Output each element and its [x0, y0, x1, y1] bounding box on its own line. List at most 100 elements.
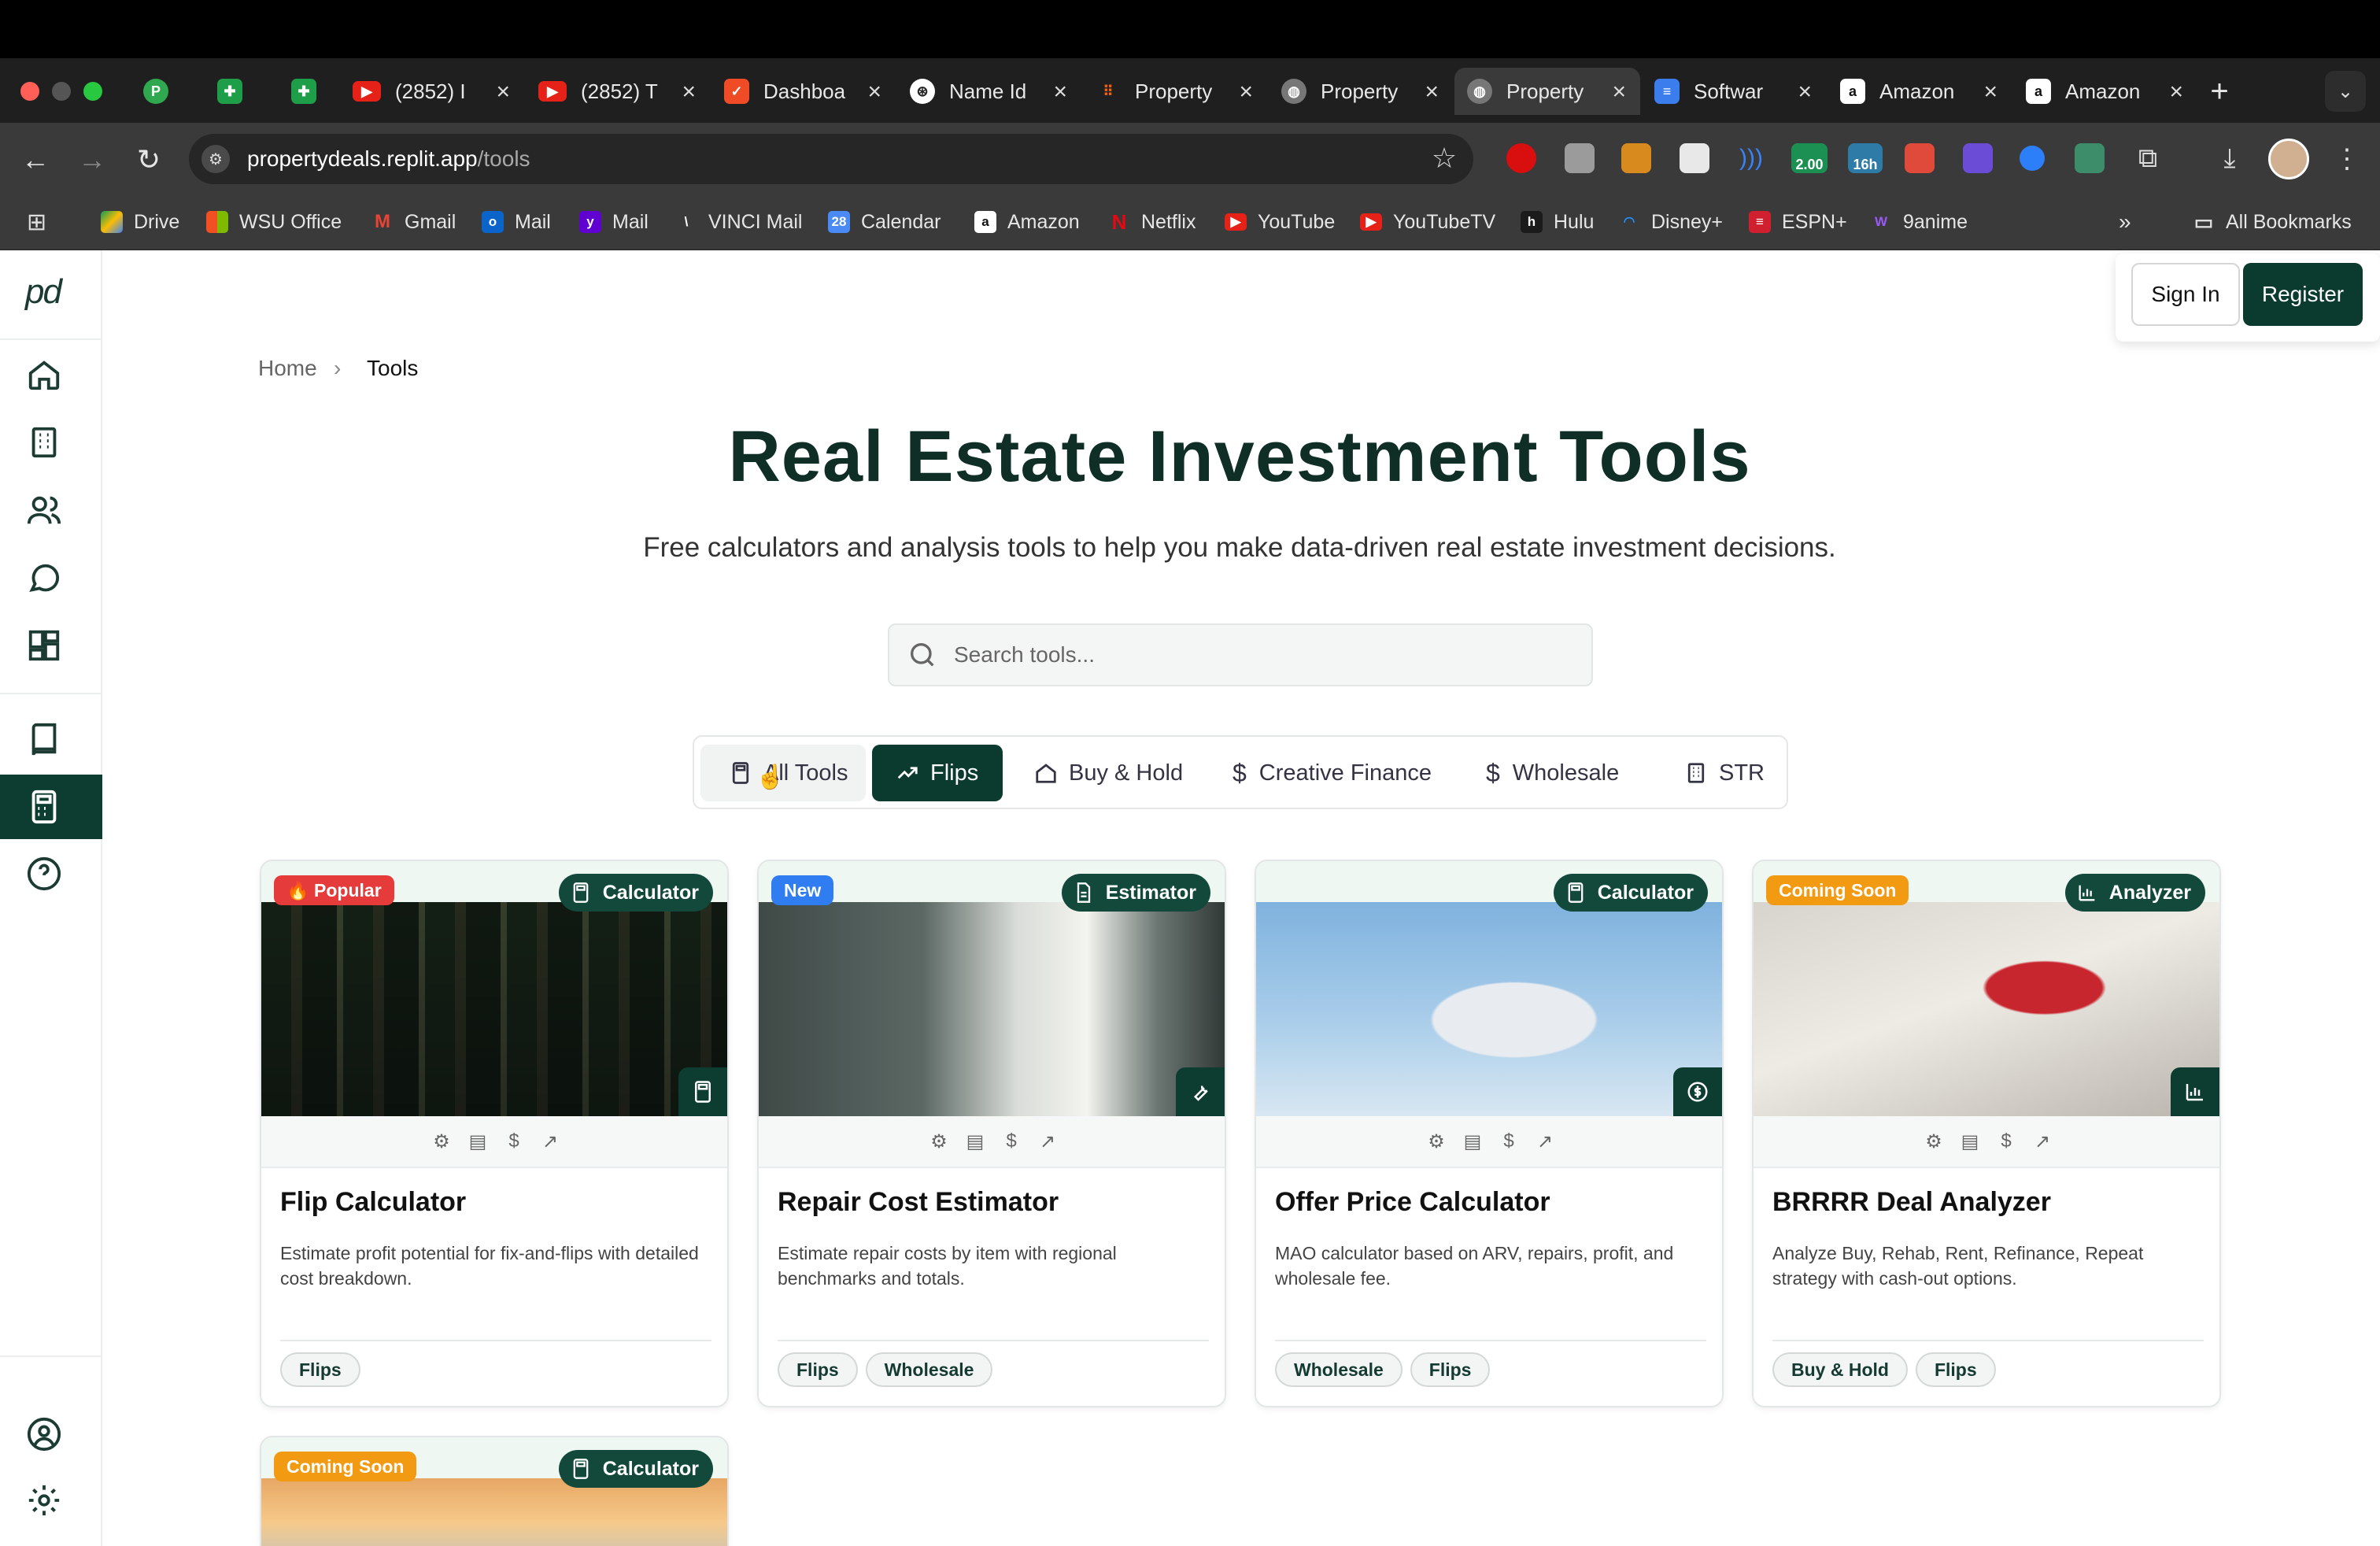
tab-name-id[interactable]: ⊛ Name Id ×	[897, 68, 1081, 115]
bookmark-disney[interactable]: ◠ Disney+	[1618, 208, 1723, 236]
settings-icon[interactable]	[22, 1478, 66, 1522]
close-tab-icon[interactable]: ×	[1053, 79, 1067, 105]
dashboard-grid-icon[interactable]	[22, 623, 66, 668]
tab-amazon-2[interactable]: a Amazon ×	[2013, 68, 2197, 115]
breadcrumb-home[interactable]: Home	[258, 356, 317, 381]
close-tab-icon[interactable]: ×	[496, 79, 510, 105]
extension-icon[interactable]	[1621, 143, 1651, 173]
calculator-icon[interactable]	[22, 785, 66, 829]
close-tab-icon[interactable]: ×	[1425, 79, 1439, 105]
profile-avatar[interactable]	[2268, 139, 2309, 179]
tab-amazon-1[interactable]: a Amazon ×	[1828, 68, 2012, 115]
bookmark-mail-outlook[interactable]: o Mail	[482, 208, 551, 236]
tag-flips[interactable]: Flips	[280, 1352, 360, 1387]
extension-icon[interactable]	[1905, 143, 1935, 173]
tag-flips[interactable]: Flips	[1915, 1352, 1996, 1387]
bookmark-mail-yahoo[interactable]: y Mail	[579, 208, 649, 236]
tool-card-coming-soon[interactable]: Coming Soon Calculator	[260, 1436, 729, 1546]
site-settings-icon[interactable]: ⚙	[201, 145, 230, 173]
bookmark-vinci-mail[interactable]: \ VINCI Mail	[675, 208, 803, 236]
bookmark-netflix[interactable]: N Netflix	[1108, 208, 1196, 236]
logo[interactable]: pd	[25, 272, 62, 312]
bookmark-calendar[interactable]: 28 Calendar	[828, 208, 941, 236]
help-icon[interactable]	[22, 852, 66, 896]
close-tab-icon[interactable]: ×	[1239, 79, 1253, 105]
tag-wholesale[interactable]: Wholesale	[1275, 1352, 1402, 1387]
filter-creative-finance[interactable]: $ Creative Finance	[1218, 745, 1447, 801]
coming-soon-badge: Coming Soon	[274, 1452, 417, 1481]
tag-flips[interactable]: Flips	[778, 1352, 858, 1387]
tab[interactable]: ✚	[205, 68, 280, 115]
tool-card-flip-calculator[interactable]: 🔥 Popular Calculator ⚙ ▤ $ ↗ Flip Calculato…	[260, 860, 729, 1407]
close-tab-icon[interactable]: ×	[1612, 79, 1626, 105]
apps-grid-icon[interactable]: ⊞	[27, 208, 46, 236]
bookmark-9anime[interactable]: W 9anime	[1870, 208, 1968, 236]
menu-kebab-icon[interactable]: ⋮	[2333, 142, 2361, 176]
extension-icon[interactable]	[1963, 143, 1993, 173]
close-tab-icon[interactable]: ×	[2169, 79, 2183, 105]
register-button[interactable]: Register	[2243, 263, 2363, 326]
extension-icon[interactable]	[1680, 143, 1709, 173]
sign-in-button[interactable]: Sign In	[2131, 263, 2240, 326]
document-icon	[1077, 882, 1090, 903]
tab-dashboard[interactable]: ✓ Dashboa ×	[711, 68, 896, 115]
forward-icon[interactable]: →	[72, 140, 112, 179]
gear-icon: ⚙	[930, 1130, 948, 1152]
close-tab-icon[interactable]: ×	[1798, 79, 1812, 105]
bookmark-wsu-office[interactable]: WSU Office	[206, 208, 342, 236]
bookmark-drive[interactable]: Drive	[101, 208, 179, 236]
extension-icon[interactable]	[1506, 143, 1536, 173]
bookmark-hulu[interactable]: h Hulu	[1521, 208, 1594, 236]
bookmark-espn[interactable]: ≡ ESPN+	[1749, 208, 1847, 236]
tab-property-active[interactable]: ◍ Property ×	[1454, 68, 1640, 115]
search-input[interactable]: Search tools...	[888, 623, 1593, 686]
extension-badge[interactable]: 2.00	[1791, 143, 1828, 173]
filter-flips[interactable]: Flips	[872, 745, 1003, 801]
home-icon[interactable]	[22, 353, 66, 397]
close-tab-icon[interactable]: ×	[867, 79, 881, 105]
bookmark-gmail[interactable]: M Gmail	[371, 208, 456, 236]
back-icon[interactable]: ←	[16, 140, 55, 179]
extension-icon[interactable]	[1565, 143, 1595, 173]
book-icon[interactable]	[22, 718, 66, 762]
bookmarks-overflow-icon[interactable]: »	[2119, 208, 2131, 236]
tool-card-repair-cost-estimator[interactable]: New Estimator ⚙ ▤ $ ↗ Repair Cost Estimator…	[757, 860, 1226, 1407]
zoom-window-button[interactable]	[83, 82, 102, 101]
tab-property-2[interactable]: ◍ Property ×	[1269, 68, 1453, 115]
minimize-window-button[interactable]	[52, 82, 71, 101]
tag-buy-hold[interactable]: Buy & Hold	[1772, 1352, 1908, 1387]
extension-icon[interactable]	[2075, 143, 2105, 173]
extension-badge[interactable]: 16h	[1848, 143, 1883, 173]
tab-search-button[interactable]: ⌄	[2325, 71, 2366, 112]
filter-wholesale[interactable]: $ Wholesale	[1472, 745, 1645, 801]
tool-card-offer-price-calculator[interactable]: Calculator ⚙ ▤ $ ↗ Offer Price Calculator M…	[1255, 860, 1724, 1407]
filter-str[interactable]: STR	[1672, 745, 1774, 801]
filter-label: STR	[1719, 760, 1765, 786]
reload-icon[interactable]: ↻	[129, 140, 168, 179]
tool-card-brrrr-deal-analyzer[interactable]: Coming Soon Analyzer ⚙ ▤ $ ↗ BRRRR Deal Ana…	[1752, 860, 2221, 1407]
youtube-icon: ▶	[538, 81, 567, 102]
download-icon[interactable]: ⤓	[2213, 142, 2246, 175]
new-tab-button[interactable]: +	[2201, 72, 2238, 110]
tab-youtube-1[interactable]: ▶ (2852) I ×	[340, 68, 524, 115]
extension-icon[interactable]	[2020, 146, 2045, 171]
extension-icon[interactable]: )))	[1736, 143, 1766, 173]
filter-buy-hold[interactable]: Buy & Hold	[1020, 745, 1193, 801]
tag-wholesale[interactable]: Wholesale	[865, 1352, 993, 1387]
all-bookmarks[interactable]: ▭ All Bookmarks	[2193, 208, 2352, 236]
account-icon[interactable]	[22, 1412, 66, 1456]
close-tab-icon[interactable]: ×	[682, 79, 696, 105]
tab-software[interactable]: ≡ Softwar ×	[1642, 68, 1826, 115]
bookmark-star-icon[interactable]: ☆	[1426, 140, 1462, 176]
bookmark-amazon[interactable]: a Amazon	[974, 208, 1080, 236]
close-tab-icon[interactable]: ×	[1983, 79, 1998, 105]
tab[interactable]: P	[131, 68, 206, 115]
tab-property-1[interactable]: ⠿ Property ×	[1083, 68, 1267, 115]
tag-flips[interactable]: Flips	[1410, 1352, 1491, 1387]
address-bar[interactable]: propertydeals.replit.app/tools	[189, 134, 1473, 184]
extensions-puzzle-icon[interactable]: ⧉	[2131, 142, 2164, 175]
tab-youtube-2[interactable]: ▶ (2852) T ×	[526, 68, 710, 115]
close-window-button[interactable]	[20, 82, 39, 101]
bookmark-youtubetv[interactable]: ▶ YouTubeTV	[1360, 208, 1495, 236]
bookmark-youtube[interactable]: ▶ YouTube	[1225, 208, 1335, 236]
